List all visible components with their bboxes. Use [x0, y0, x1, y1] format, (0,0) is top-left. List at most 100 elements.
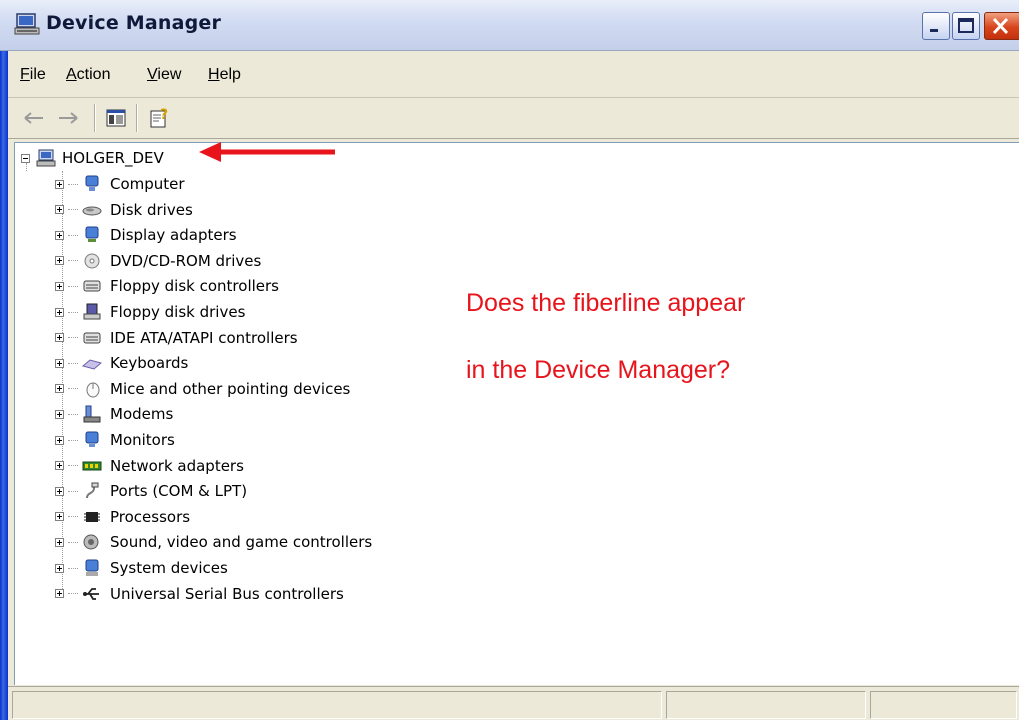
tree-connector — [26, 163, 27, 171]
device-tree-pane[interactable]: HOLGER_DEV Computer Disk drives Display ad… — [14, 142, 1019, 685]
menu-view[interactable]: View — [147, 66, 181, 84]
expand-toggle[interactable] — [55, 589, 64, 599]
computer-icon — [82, 175, 102, 193]
tree-root[interactable]: HOLGER_DEV — [21, 147, 164, 169]
properties-help-icon: ? — [150, 107, 168, 128]
tree-item[interactable]: Floppy disk controllers — [55, 275, 279, 297]
expand-toggle[interactable] — [55, 281, 64, 291]
usb-icon — [82, 585, 102, 603]
tree-item[interactable]: Monitors — [55, 429, 175, 451]
annotation-line-2: in the Device Manager? — [466, 356, 731, 384]
expand-toggle[interactable] — [55, 256, 64, 266]
tree-item[interactable]: DVD/CD-ROM drives — [55, 250, 261, 272]
tree-connector — [68, 439, 78, 441]
expand-toggle[interactable] — [55, 358, 64, 368]
tree-item-label: Keyboards — [110, 354, 189, 373]
expand-toggle[interactable] — [55, 512, 64, 522]
tree-item[interactable]: Processors — [55, 506, 190, 528]
tree-item-label: Floppy disk controllers — [110, 277, 279, 296]
tree-item-label: Universal Serial Bus controllers — [110, 584, 344, 603]
tree-item[interactable]: IDE ATA/ATAPI controllers — [55, 327, 298, 349]
expand-toggle[interactable] — [55, 486, 64, 496]
annotation-line-1: Does the fiberline appear — [466, 289, 746, 317]
computer-monitor-icon — [14, 12, 40, 36]
expand-toggle[interactable] — [55, 435, 64, 445]
tree-item[interactable]: Sound, video and game controllers — [55, 531, 372, 553]
back-button[interactable] — [22, 106, 46, 130]
menu-help[interactable]: Help — [208, 66, 241, 84]
expand-toggle[interactable] — [55, 409, 64, 419]
sound-icon — [82, 533, 102, 551]
status-bar — [8, 686, 1019, 720]
monitor-icon — [82, 431, 102, 449]
tree-item-label: Computer — [110, 175, 185, 193]
menu-action[interactable]: Action — [66, 66, 110, 84]
tree-item-label: Ports (COM & LPT) — [110, 482, 248, 501]
system-device-icon — [82, 559, 102, 577]
tree-item[interactable]: Mice and other pointing devices — [55, 378, 350, 400]
controller-icon — [82, 277, 102, 295]
tree-connector — [68, 541, 78, 543]
tree-item-label: Network adapters — [110, 456, 244, 475]
title-bar[interactable]: Device Manager — [0, 0, 1019, 51]
tree-connector — [68, 413, 78, 415]
expand-toggle[interactable] — [55, 537, 64, 547]
expand-toggle[interactable] — [55, 307, 64, 317]
tree-connector — [68, 465, 78, 467]
tree-item[interactable]: System devices — [55, 557, 228, 579]
tree-item-label: DVD/CD-ROM drives — [110, 251, 262, 270]
tree-item-label: Mice and other pointing devices — [110, 379, 351, 398]
tree-item-label: Monitors — [110, 431, 175, 449]
tree-item[interactable]: Floppy disk drives — [55, 301, 245, 323]
tree-item[interactable]: Computer — [55, 173, 185, 195]
controller-icon — [82, 329, 102, 347]
computer-icon — [36, 149, 56, 167]
expand-toggle[interactable] — [55, 384, 64, 394]
tree-connector — [68, 337, 78, 339]
close-button[interactable] — [984, 12, 1019, 40]
tree-item[interactable]: Display adapters — [55, 224, 237, 246]
show-hide-tree-button[interactable] — [104, 106, 128, 130]
disk-drive-icon — [82, 201, 102, 219]
modem-icon — [82, 405, 102, 423]
tree-connector — [68, 490, 78, 492]
minimize-button[interactable] — [922, 12, 950, 40]
tree-item-label: Modems — [110, 405, 174, 424]
toolbar: ? — [8, 98, 1019, 139]
status-pane — [12, 691, 662, 719]
tree-item[interactable]: Network adapters — [55, 455, 244, 477]
toolbar-separator — [136, 104, 138, 132]
expand-toggle[interactable] — [55, 179, 64, 189]
tree-connector — [68, 209, 78, 211]
tree-item[interactable]: Ports (COM & LPT) — [55, 480, 247, 502]
tree-item-label: Display adapters — [110, 226, 237, 245]
dvd-drive-icon — [82, 252, 102, 270]
keyboard-icon — [82, 354, 102, 372]
tree-connector — [68, 234, 78, 236]
properties-button[interactable]: ? — [148, 106, 172, 130]
show-hide-console-tree-icon — [106, 109, 126, 127]
expand-toggle[interactable] — [55, 230, 64, 240]
toolbar-separator — [94, 104, 96, 132]
tree-item-label: Disk drives — [110, 200, 193, 219]
expand-toggle[interactable] — [55, 333, 64, 343]
network-adapter-icon — [82, 457, 102, 475]
mouse-icon — [82, 380, 102, 398]
forward-button[interactable] — [56, 106, 80, 130]
collapse-toggle[interactable] — [21, 153, 30, 163]
expand-toggle[interactable] — [55, 461, 64, 471]
tree-item[interactable]: Keyboards — [55, 352, 188, 374]
minimize-icon — [930, 29, 938, 32]
tree-connector — [68, 285, 78, 287]
maximize-button[interactable] — [952, 12, 980, 40]
tree-item[interactable]: Disk drives — [55, 199, 193, 221]
expand-toggle[interactable] — [55, 563, 64, 573]
tree-connector — [68, 593, 78, 595]
expand-toggle[interactable] — [55, 205, 64, 215]
menu-file[interactable]: File — [20, 66, 46, 84]
tree-item[interactable]: Universal Serial Bus controllers — [55, 583, 344, 605]
tree-connector — [68, 183, 78, 185]
red-arrow-annotation — [199, 142, 335, 162]
tree-item[interactable]: Modems — [55, 403, 173, 425]
device-manager-window: Device Manager File Action View Help ? H… — [0, 0, 1019, 720]
